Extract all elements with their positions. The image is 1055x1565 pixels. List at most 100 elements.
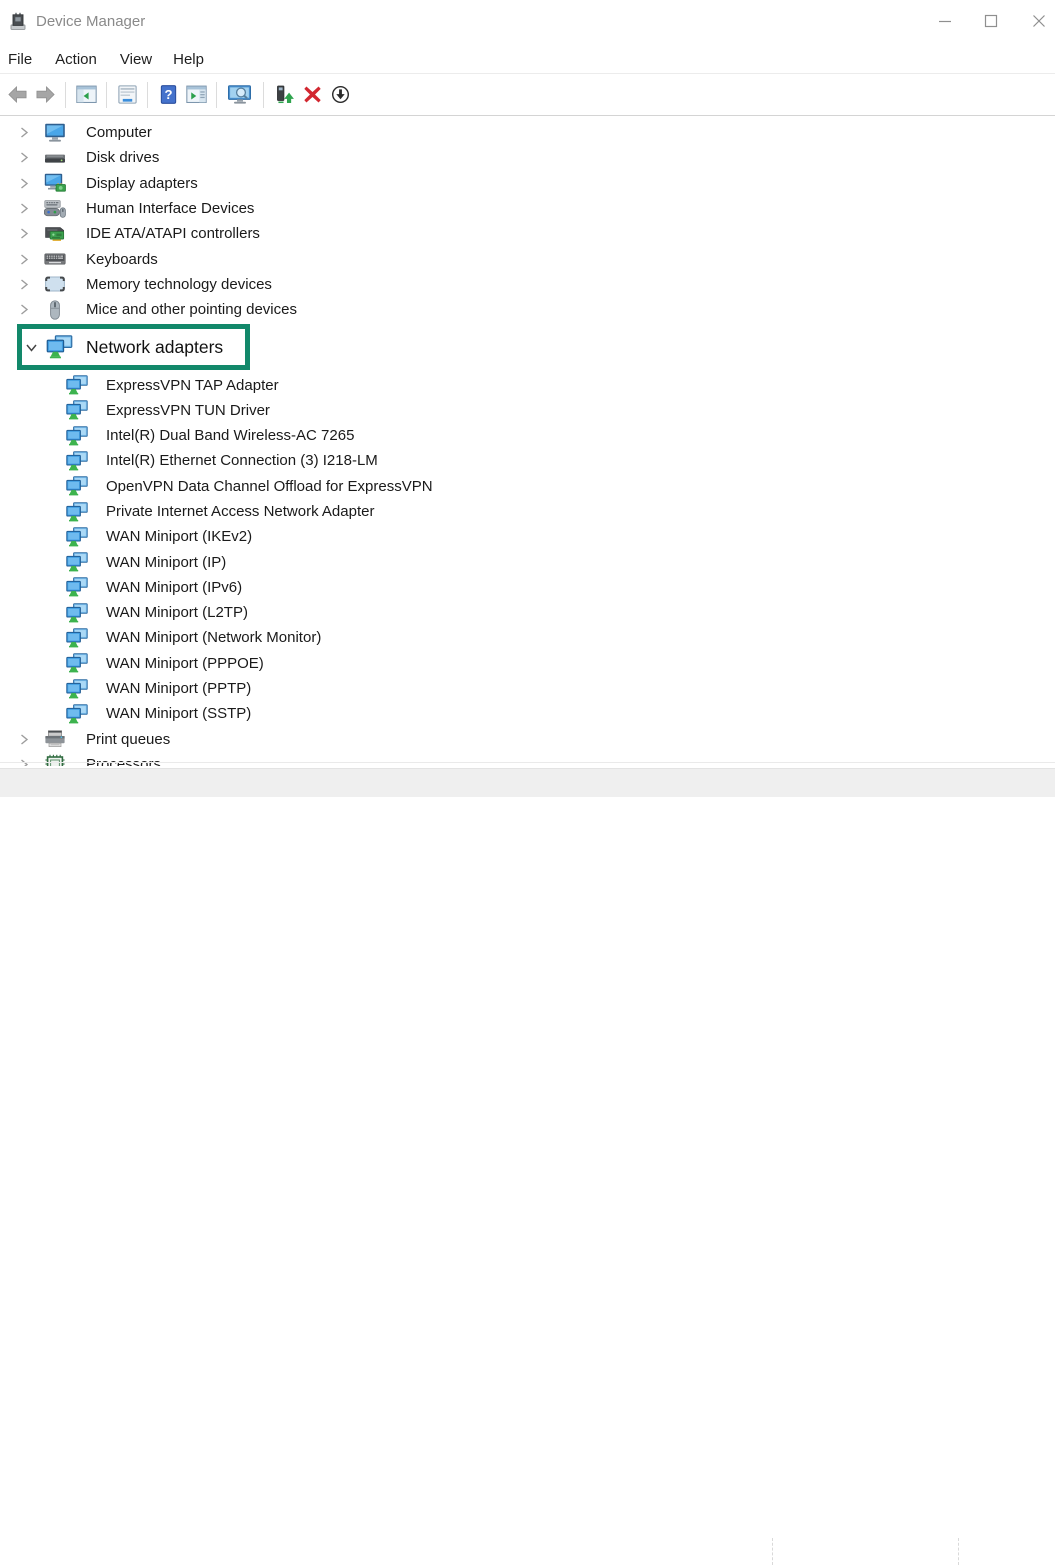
uninstall-device-button[interactable] — [298, 80, 326, 110]
menu-file[interactable]: File — [8, 51, 32, 68]
tree-item-private-internet-access-network-adapter[interactable]: Private Internet Access Network Adapter — [0, 499, 1055, 524]
back-arrow-icon — [7, 85, 28, 104]
tree-item-label: Mice and other pointing devices — [86, 301, 297, 318]
chevron-right-icon[interactable] — [17, 252, 31, 267]
network-adapter-icon — [66, 426, 88, 446]
tree-item-computer[interactable]: Computer — [0, 120, 1055, 145]
tree-item-expressvpn-tun-driver[interactable]: ExpressVPN TUN Driver — [0, 398, 1055, 423]
menu-action[interactable]: Action — [55, 51, 97, 68]
tree-item-ide-ata-atapi-controllers[interactable]: IDE ATA/ATAPI controllers — [0, 221, 1055, 246]
tree-item-print-queues[interactable]: Print queues — [0, 727, 1055, 752]
toolbar-separator — [147, 82, 148, 108]
tree-item-label: Intel(R) Ethernet Connection (3) I218-LM — [106, 452, 378, 469]
scan-computer-icon — [227, 85, 254, 105]
tree-item-wan-miniport-l2tp[interactable]: WAN Miniport (L2TP) — [0, 600, 1055, 625]
show-console-tree-button[interactable] — [72, 80, 100, 110]
scan-hardware-changes-button[interactable] — [223, 80, 257, 110]
window-bottom-border — [0, 762, 1055, 763]
help-icon: ? — [158, 85, 179, 104]
tree-item-label: WAN Miniport (IKEv2) — [106, 528, 252, 545]
update-driver-button[interactable] — [270, 80, 298, 110]
help-button[interactable]: ? — [154, 80, 182, 110]
computer-icon — [44, 123, 66, 143]
keyboard-icon — [44, 249, 66, 269]
strip-divider — [958, 1538, 959, 1565]
tree-item-openvpn-data-channel-offload-for-expressvpn[interactable]: OpenVPN Data Channel Offload for Express… — [0, 474, 1055, 499]
close-button[interactable] — [1022, 6, 1055, 36]
network-adapter-icon — [66, 527, 88, 547]
chevron-right-icon[interactable] — [17, 201, 31, 216]
network-adapter-icon — [66, 653, 88, 673]
chevron-right-icon[interactable] — [17, 732, 31, 747]
tree-item-intel-r-dual-band-wireless-ac-7265[interactable]: Intel(R) Dual Band Wireless-AC 7265 — [0, 423, 1055, 448]
tree-item-label: ExpressVPN TAP Adapter — [106, 377, 279, 394]
tree-item-wan-miniport-ikev2[interactable]: WAN Miniport (IKEv2) — [0, 524, 1055, 549]
close-icon — [1032, 14, 1046, 28]
memory-device-icon — [44, 274, 66, 294]
hid-icon — [44, 199, 66, 219]
tree-item-wan-miniport-ip[interactable]: WAN Miniport (IP) — [0, 549, 1055, 574]
chevron-right-icon[interactable] — [17, 277, 31, 292]
tree-item-network-adapters[interactable]: Network adapters — [0, 322, 1055, 372]
tree-item-mice-and-other-pointing-devices[interactable]: Mice and other pointing devices — [0, 297, 1055, 322]
tree-item-label: OpenVPN Data Channel Offload for Express… — [106, 478, 433, 495]
network-adapter-icon — [66, 451, 88, 471]
title-bar: Device Manager — [0, 0, 1055, 46]
console-tree-icon — [76, 85, 97, 104]
toolbar-separator — [216, 82, 217, 108]
tree-item-wan-miniport-ipv6[interactable]: WAN Miniport (IPv6) — [0, 575, 1055, 600]
tree-item-label: WAN Miniport (IPv6) — [106, 579, 242, 596]
tree-item-expressvpn-tap-adapter[interactable]: ExpressVPN TAP Adapter — [0, 372, 1055, 397]
tree-item-label: WAN Miniport (SSTP) — [106, 705, 251, 722]
tree-item-label: Display adapters — [86, 175, 198, 192]
disk-drive-icon — [44, 148, 66, 168]
chevron-right-icon[interactable] — [17, 150, 31, 165]
chevron-down-icon[interactable] — [24, 340, 39, 355]
tree-item-label: Human Interface Devices — [86, 200, 254, 217]
minimize-button[interactable] — [928, 6, 962, 36]
network-adapter-icon — [46, 335, 73, 359]
chevron-right-icon[interactable] — [17, 302, 31, 317]
action-pane-icon — [186, 85, 207, 104]
forward-button[interactable] — [31, 80, 59, 110]
tree-item-wan-miniport-network-monitor[interactable]: WAN Miniport (Network Monitor) — [0, 625, 1055, 650]
display-adapter-icon — [44, 173, 66, 193]
disable-device-button[interactable] — [326, 80, 354, 110]
tree-item-display-adapters[interactable]: Display adapters — [0, 171, 1055, 196]
menu-view[interactable]: View — [120, 51, 152, 68]
maximize-button[interactable] — [974, 6, 1008, 36]
strip-divider — [772, 1538, 773, 1565]
cpu-icon — [44, 754, 66, 766]
mouse-icon — [44, 300, 66, 320]
tree-item-label: Network adapters — [86, 337, 223, 358]
device-manager-app-icon — [9, 12, 29, 32]
menu-help[interactable]: Help — [173, 51, 204, 68]
tree-item-wan-miniport-pppoe[interactable]: WAN Miniport (PPPOE) — [0, 651, 1055, 676]
tree-item-keyboards[interactable]: Keyboards — [0, 246, 1055, 271]
network-adapter-icon — [66, 476, 88, 496]
tree-item-processors[interactable]: Processors — [0, 752, 1055, 766]
chevron-right-icon[interactable] — [17, 125, 31, 140]
tree-item-label: WAN Miniport (PPPOE) — [106, 655, 264, 672]
chevron-right-icon[interactable] — [17, 176, 31, 191]
tree-item-wan-miniport-sstp[interactable]: WAN Miniport (SSTP) — [0, 701, 1055, 726]
red-x-icon — [302, 85, 323, 104]
tree-item-intel-r-ethernet-connection-3-i218-lm[interactable]: Intel(R) Ethernet Connection (3) I218-LM — [0, 448, 1055, 473]
network-adapter-icon — [66, 679, 88, 699]
toolbar-separator — [106, 82, 107, 108]
back-button[interactable] — [3, 80, 31, 110]
svg-text:?: ? — [164, 87, 172, 102]
show-action-pane-button[interactable] — [182, 80, 210, 110]
toolbar: ? — [0, 74, 1055, 116]
tree-item-disk-drives[interactable]: Disk drives — [0, 145, 1055, 170]
tree-item-human-interface-devices[interactable]: Human Interface Devices — [0, 196, 1055, 221]
disable-down-arrow-icon — [330, 85, 351, 104]
tree-item-label: WAN Miniport (IP) — [106, 554, 226, 571]
toolbar-separator — [65, 82, 66, 108]
tree-item-memory-technology-devices[interactable]: Memory technology devices — [0, 272, 1055, 297]
network-adapter-icon — [66, 552, 88, 572]
tree-item-label: IDE ATA/ATAPI controllers — [86, 225, 260, 242]
tree-item-wan-miniport-pptp[interactable]: WAN Miniport (PPTP) — [0, 676, 1055, 701]
chevron-right-icon[interactable] — [17, 226, 31, 241]
properties-button[interactable] — [113, 80, 141, 110]
